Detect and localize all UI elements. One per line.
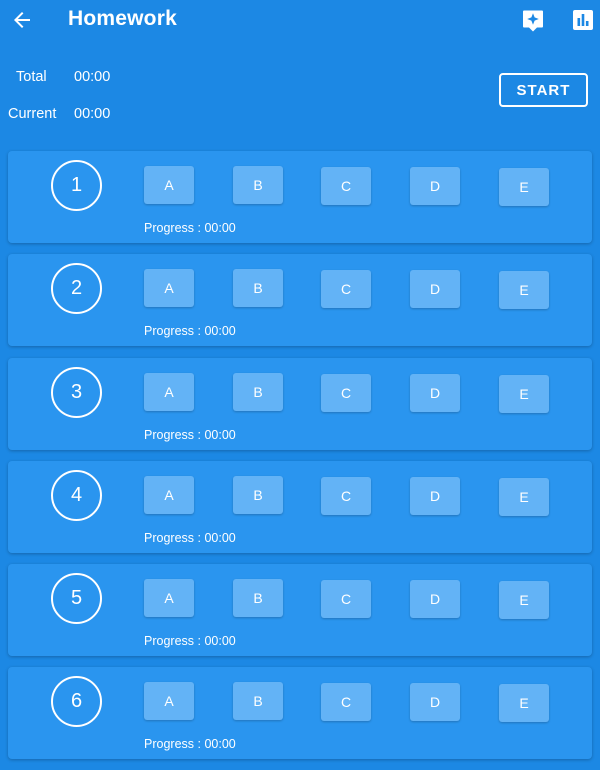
option-d-button[interactable]: D bbox=[410, 683, 460, 722]
current-label: Current bbox=[8, 106, 57, 122]
option-b-button[interactable]: B bbox=[233, 579, 283, 618]
sparkle-chat-icon bbox=[523, 10, 543, 32]
option-e-button[interactable]: E bbox=[499, 374, 549, 413]
question-card: 3 A B C D E Progress : 00:00 bbox=[8, 357, 592, 450]
option-c-button[interactable]: C bbox=[321, 270, 371, 309]
ai-sparkle-button[interactable] bbox=[521, 8, 545, 32]
progress-time: 00:00 bbox=[204, 737, 236, 752]
total-label: Total bbox=[16, 69, 47, 85]
option-a-button[interactable]: A bbox=[144, 166, 194, 204]
option-a-button[interactable]: A bbox=[144, 475, 194, 514]
option-a-button[interactable]: A bbox=[144, 269, 194, 308]
option-e-button[interactable]: E bbox=[499, 271, 549, 310]
option-b-button[interactable]: B bbox=[233, 372, 283, 411]
option-d-button[interactable]: D bbox=[410, 580, 460, 619]
progress-text: Progress : 00:00 bbox=[144, 634, 236, 648]
progress-label: Progress bbox=[144, 737, 195, 752]
option-a-button[interactable]: A bbox=[144, 372, 194, 411]
bar-chart-icon bbox=[573, 10, 593, 30]
app-bar: Homework bbox=[0, 0, 600, 40]
progress-time: 00:00 bbox=[204, 324, 236, 339]
progress-label: Progress bbox=[144, 221, 195, 235]
progress-text: Progress : 00:00 bbox=[144, 737, 236, 751]
option-c-button[interactable]: C bbox=[321, 683, 371, 722]
progress-text: Progress : 00:00 bbox=[144, 324, 236, 338]
progress-label: Progress bbox=[144, 530, 195, 545]
progress-time: 00:00 bbox=[204, 221, 236, 235]
progress-time: 00:00 bbox=[204, 530, 236, 545]
question-number-badge: 1 bbox=[51, 160, 102, 211]
progress-separator: : bbox=[194, 221, 205, 235]
question-card: 5 A B C D E Progress : 00:00 bbox=[8, 564, 592, 657]
option-e-button[interactable]: E bbox=[499, 477, 549, 516]
option-e-button[interactable]: E bbox=[499, 684, 549, 723]
progress-separator: : bbox=[194, 634, 205, 649]
progress-separator: : bbox=[194, 530, 205, 545]
stats-button[interactable] bbox=[571, 8, 595, 32]
option-d-button[interactable]: D bbox=[410, 373, 460, 412]
option-b-button[interactable]: B bbox=[233, 475, 283, 514]
option-e-button[interactable]: E bbox=[499, 581, 549, 620]
option-b-button[interactable]: B bbox=[233, 682, 283, 721]
progress-label: Progress bbox=[144, 634, 195, 649]
start-button[interactable]: START bbox=[499, 73, 588, 107]
progress-label: Progress bbox=[144, 324, 195, 339]
page-title: Homework bbox=[68, 7, 177, 30]
option-d-button[interactable]: D bbox=[410, 270, 460, 309]
back-button[interactable] bbox=[10, 8, 34, 32]
question-number-badge: 3 bbox=[51, 366, 102, 418]
progress-separator: : bbox=[194, 324, 205, 339]
current-time: 00:00 bbox=[74, 106, 111, 122]
question-card: 2 A B C D E Progress : 00:00 bbox=[8, 254, 592, 347]
option-d-button[interactable]: D bbox=[410, 167, 460, 205]
option-c-button[interactable]: C bbox=[321, 580, 371, 619]
progress-separator: : bbox=[194, 427, 205, 442]
progress-text: Progress : 00:00 bbox=[144, 221, 236, 235]
option-c-button[interactable]: C bbox=[321, 373, 371, 412]
question-number-badge: 4 bbox=[51, 469, 102, 521]
option-c-button[interactable]: C bbox=[321, 476, 371, 515]
option-b-button[interactable]: B bbox=[233, 166, 283, 204]
question-number-badge: 6 bbox=[51, 676, 102, 728]
option-d-button[interactable]: D bbox=[410, 476, 460, 515]
progress-separator: : bbox=[194, 737, 205, 752]
progress-label: Progress bbox=[144, 427, 195, 442]
option-c-button[interactable]: C bbox=[321, 167, 371, 205]
option-b-button[interactable]: B bbox=[233, 269, 283, 308]
total-time: 00:00 bbox=[74, 69, 111, 85]
progress-text: Progress : 00:00 bbox=[144, 531, 236, 545]
progress-time: 00:00 bbox=[204, 427, 236, 442]
option-a-button[interactable]: A bbox=[144, 579, 194, 618]
question-number-badge: 2 bbox=[51, 263, 102, 315]
option-a-button[interactable]: A bbox=[144, 682, 194, 721]
question-list: 1 A B C D E Progress : 00:00 2 A B C D E Progress : 0… bbox=[8, 151, 592, 770]
question-card: 4 A B C D E Progress : 00:00 bbox=[8, 460, 592, 553]
question-card: 1 A B C D E Progress : 00:00 bbox=[8, 151, 592, 243]
progress-time: 00:00 bbox=[204, 634, 236, 649]
question-card: 6 A B C D E Progress : 00:00 bbox=[8, 667, 592, 760]
progress-text: Progress : 00:00 bbox=[144, 428, 236, 442]
question-number-badge: 5 bbox=[51, 573, 102, 625]
option-e-button[interactable]: E bbox=[499, 168, 549, 206]
arrow-left-icon bbox=[14, 12, 30, 28]
